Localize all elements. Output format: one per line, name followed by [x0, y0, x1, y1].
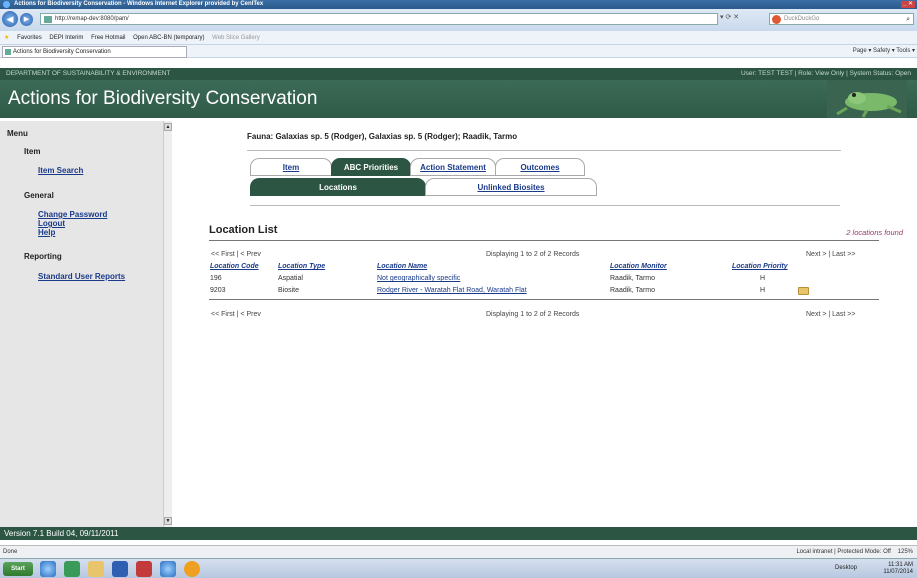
help-link[interactable]: Help: [38, 228, 55, 237]
refresh-stop-icons[interactable]: ▾ ⟳ ✕: [720, 13, 739, 21]
start-button[interactable]: Start: [3, 562, 33, 576]
row2-type: Biosite: [278, 287, 300, 294]
item-search-link[interactable]: Item Search: [38, 166, 83, 175]
row2-monitor: Raadik, Tarmo: [610, 287, 656, 294]
row2-code: 9203: [210, 287, 226, 294]
col-location-type[interactable]: Location Type: [278, 263, 325, 270]
pager-display: Displaying 1 to 2 of 2 Records: [486, 251, 580, 258]
command-bar[interactable]: Page ▾ Safety ▾ Tools ▾: [853, 46, 915, 57]
search-icon[interactable]: ⌕: [906, 14, 910, 25]
sidebar: [0, 121, 172, 527]
divider: [209, 240, 879, 241]
department-bar: DEPARTMENT OF SUSTAINABILITY & ENVIRONME…: [0, 68, 917, 80]
version-label: Version 7.1 Build 04, 09/11/2011: [4, 529, 119, 538]
zoom-level[interactable]: 125%: [898, 549, 913, 555]
ie-icon: [3, 1, 10, 8]
window-controls[interactable]: _ ✕: [900, 1, 915, 8]
version-bar: Version 7.1 Build 04, 09/11/2011: [0, 527, 917, 540]
row1-type: Aspatial: [278, 275, 303, 282]
scroll-up-icon[interactable]: ▲: [164, 123, 172, 131]
user-info: User: TEST TEST | Role: View Only | Syst…: [740, 70, 911, 77]
col-location-code[interactable]: Location Code: [210, 263, 259, 270]
tab-outcomes[interactable]: Outcomes: [495, 158, 585, 176]
menu-section-item: Item: [24, 147, 41, 156]
windows-taskbar: Start Desktop 11:31 AM 11/07/2014: [0, 558, 917, 578]
divider: [250, 205, 840, 206]
explorer-taskbar-icon[interactable]: [88, 561, 104, 577]
scroll-down-icon[interactable]: ▼: [164, 517, 172, 525]
favorites-button[interactable]: Favorites: [17, 35, 42, 41]
address-bar: ◀ ▶ http://remap-dev:8080/pam/ ▾ ⟳ ✕ Duc…: [0, 9, 917, 31]
browser-tab[interactable]: Actions for Biodiversity Conservation: [2, 46, 187, 58]
standard-user-reports-link[interactable]: Standard User Reports: [38, 272, 125, 281]
ie-taskbar-icon[interactable]: [40, 561, 56, 577]
row2-name-link[interactable]: Rodger River - Waratah Flat Road, Warata…: [377, 287, 527, 294]
access-taskbar-icon[interactable]: [136, 561, 152, 577]
browser-status-bar: Done Local intranet | Protected Mode: Of…: [0, 545, 917, 558]
tab-action-statement[interactable]: Action Statement: [410, 158, 496, 176]
page-icon: [44, 16, 52, 23]
department-label: DEPARTMENT OF SUSTAINABILITY & ENVIRONME…: [6, 70, 171, 77]
clock-date: 11/07/2014: [883, 569, 913, 575]
search-input[interactable]: DuckDuckGo ⌕: [769, 13, 914, 25]
pager-next-last-bottom[interactable]: Next > | Last >>: [806, 311, 856, 318]
locations-found: 2 locations found: [846, 228, 903, 237]
clock-time: 11:31 AM: [888, 562, 913, 568]
frog-logo: [827, 80, 907, 118]
back-icon[interactable]: ◀: [2, 11, 18, 27]
divider: [209, 299, 879, 300]
folder-icon[interactable]: [798, 287, 809, 295]
pager-next-last[interactable]: Next > | Last >>: [806, 251, 856, 258]
pager-first-prev[interactable]: << First | < Prev: [211, 251, 261, 258]
browser-tab-bar: Actions for Biodiversity Conservation Pa…: [0, 45, 917, 58]
pager-display-bottom: Displaying 1 to 2 of 2 Records: [486, 311, 580, 318]
duckduckgo-icon: [772, 15, 781, 24]
browser-title: Actions for Biodiversity Conservation - …: [14, 1, 264, 7]
row1-monitor: Raadik, Tarmo: [610, 275, 656, 282]
app-header: Actions for Biodiversity Conservation: [0, 80, 917, 118]
row1-priority: H: [760, 275, 766, 282]
zone-status: Local intranet | Protected Mode: Off: [796, 549, 891, 555]
fauna-heading: Fauna: Galaxias sp. 5 (Rodger), Galaxias…: [247, 132, 518, 141]
fav-abc[interactable]: Open ABC-BN (temporary): [133, 35, 204, 41]
col-location-priority[interactable]: Location Priority: [732, 263, 788, 270]
location-list-title: Location List: [209, 224, 278, 236]
tab-abc-priorities[interactable]: ABC Priorities: [331, 158, 411, 176]
app-title: Actions for Biodiversity Conservation: [8, 88, 318, 109]
col-location-name[interactable]: Location Name: [377, 263, 427, 270]
desktop-button[interactable]: Desktop: [835, 565, 857, 571]
change-password-link[interactable]: Change Password: [38, 210, 107, 219]
status-done: Done: [3, 549, 18, 555]
fav-hotmail[interactable]: Free Hotmail: [91, 35, 125, 41]
subtab-locations[interactable]: Locations: [250, 178, 426, 196]
logout-link[interactable]: Logout: [38, 219, 65, 228]
row2-priority: H: [760, 287, 766, 294]
system-clock[interactable]: 11:31 AM 11/07/2014: [883, 562, 913, 576]
fav-webslice[interactable]: Web Slice Gallery: [212, 35, 260, 41]
browser-title-bar: Actions for Biodiversity Conservation - …: [0, 0, 917, 9]
url-input[interactable]: http://remap-dev:8080/pam/: [40, 13, 718, 25]
menu-section-reporting: Reporting: [24, 252, 62, 261]
row1-code: 196: [210, 275, 222, 282]
forward-icon[interactable]: ▶: [20, 13, 33, 26]
menu-section-general: General: [24, 191, 54, 200]
row1-name-link[interactable]: Not geographically specific: [377, 275, 460, 282]
word-taskbar-icon[interactable]: [112, 561, 128, 577]
favorites-bar: ★ Favorites DEPI Interim Free Hotmail Op…: [0, 31, 917, 45]
fav-depi[interactable]: DEPI Interim: [49, 35, 83, 41]
pager-first-prev-bottom[interactable]: << First | < Prev: [211, 311, 261, 318]
menu-title: Menu: [7, 129, 28, 138]
sidebar-scrollbar[interactable]: ▲ ▼: [163, 121, 172, 527]
excel-taskbar-icon[interactable]: [64, 561, 80, 577]
divider: [247, 150, 841, 151]
subtab-unlinked-biosites[interactable]: Unlinked Biosites: [425, 178, 597, 196]
tab-item[interactable]: Item: [250, 158, 332, 176]
star-icon: ★: [4, 35, 10, 41]
col-location-monitor[interactable]: Location Monitor: [610, 263, 667, 270]
media-taskbar-icon[interactable]: [184, 561, 200, 577]
ie2-taskbar-icon[interactable]: [160, 561, 176, 577]
